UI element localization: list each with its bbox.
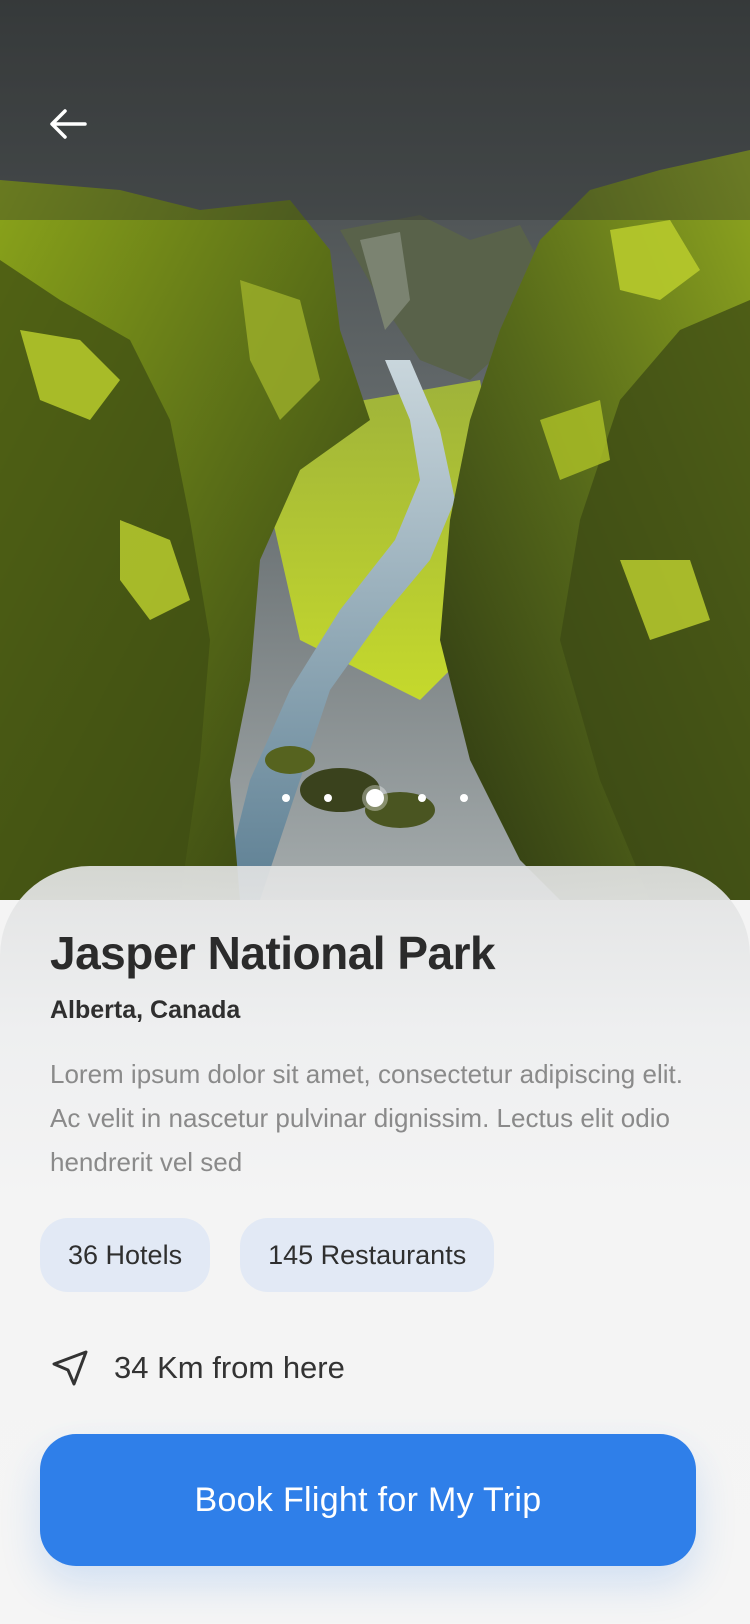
- restaurants-chip[interactable]: 145 Restaurants: [240, 1218, 495, 1292]
- place-location: Alberta, Canada: [50, 996, 241, 1024]
- navigation-arrow-icon: [52, 1350, 88, 1386]
- book-flight-button[interactable]: Book Flight for My Trip: [40, 1434, 696, 1566]
- place-description: Lorem ipsum dolor sit amet, consectetur …: [50, 1059, 683, 1177]
- distance-row: 34 Km from here: [50, 1348, 345, 1388]
- arrow-left-icon: [50, 109, 87, 139]
- carousel-dot[interactable]: [418, 794, 426, 802]
- carousel-dot[interactable]: [460, 794, 468, 802]
- distance-label: 34 Km from here: [114, 1350, 345, 1385]
- place-title: Jasper National Park: [50, 927, 496, 979]
- carousel-dot[interactable]: [282, 794, 290, 802]
- back-button[interactable]: [40, 96, 96, 152]
- carousel-dot-active[interactable]: [366, 789, 384, 807]
- canyon-landscape: [0, 0, 750, 900]
- hero-image: [0, 0, 750, 900]
- carousel-dot[interactable]: [324, 794, 332, 802]
- stats-chips: 36 Hotels 145 Restaurants: [40, 1218, 495, 1292]
- carousel-indicator: [0, 788, 750, 808]
- hotels-chip[interactable]: 36 Hotels: [40, 1218, 211, 1292]
